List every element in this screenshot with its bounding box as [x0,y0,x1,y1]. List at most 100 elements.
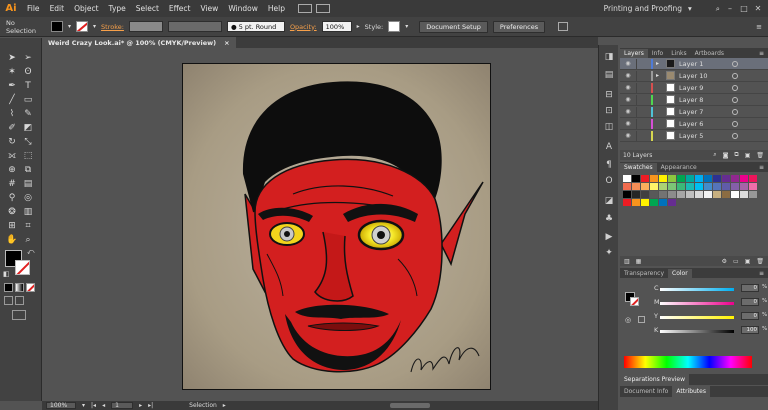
character-panel-icon[interactable]: A [603,141,615,153]
lock-toggle[interactable] [636,94,645,105]
target-circle-icon[interactable] [732,60,738,67]
target-circle-icon[interactable] [732,96,738,103]
color-guide-icon[interactable]: ▤ [603,69,615,81]
free-transform-tool-icon[interactable]: ⬚ [22,150,34,162]
expand-arrow-icon[interactable]: ▸ [656,60,662,67]
perspective-grid-tool-icon[interactable]: ⧉ [22,164,34,176]
tab-links[interactable]: Links [667,49,690,58]
swatch[interactable] [704,183,712,190]
slider-track[interactable] [660,302,734,305]
paragraph-panel-icon[interactable]: ¶ [603,159,615,171]
eyedropper-tool-icon[interactable]: ⚲ [6,192,18,204]
channel-slider-m[interactable]: M 0% [620,297,768,307]
rectangle-tool-icon[interactable]: ▭ [22,94,34,106]
visibility-eye-icon[interactable]: ◉ [624,96,632,103]
target-circle-icon[interactable] [732,72,738,79]
opacity-arrow-icon[interactable]: ▸ [357,23,360,30]
swatch-libraries-icon[interactable]: ▥ [624,258,630,265]
document-tab[interactable]: Weird Crazy Look.ai* @ 100% (CMYK/Previe… [42,37,236,48]
eraser-tool-icon[interactable]: ◩ [22,122,34,134]
color-spectrum-bar[interactable] [624,356,752,368]
tab-artboards[interactable]: Artboards [691,49,728,58]
next-artboard-icon[interactable]: ▸ [139,402,142,409]
swatch[interactable] [731,183,739,190]
swatch[interactable] [641,191,649,198]
tab-color[interactable]: Color [668,269,692,278]
tab-document-info[interactable]: Document Info [620,386,672,397]
shape-builder-tool-icon[interactable]: ⊕ [6,164,18,176]
new-sublayer-icon[interactable]: ⧉ [734,151,738,159]
direct-selection-tool-icon[interactable]: ➢ [22,52,34,64]
swatch[interactable] [668,191,676,198]
visibility-eye-icon[interactable]: ◉ [624,120,632,127]
current-tool-status[interactable]: Selection [189,402,217,409]
swatch[interactable] [623,191,631,198]
visibility-eye-icon[interactable]: ◉ [624,84,632,91]
swatch[interactable] [749,183,757,190]
target-circle-icon[interactable] [732,108,738,115]
layer-row[interactable]: ◉ ▸ Layer 1 [620,58,768,70]
color-panel-icon[interactable]: ◨ [603,51,615,63]
swatch-options-icon[interactable]: ⚙ [722,258,727,265]
scrollbar-thumb[interactable] [390,403,430,408]
swatch[interactable] [713,175,721,182]
arrange-docs-icon[interactable] [558,22,569,31]
arrange-icon[interactable] [298,4,312,13]
layer-row[interactable]: ◉ Layer 7 [620,106,768,118]
swatch[interactable] [713,191,721,198]
channel-value-field[interactable]: 0 [741,312,759,320]
panel-menu-icon[interactable]: ≡ [759,269,764,278]
prev-artboard-icon[interactable]: ◂ [102,402,105,409]
zoom-level-field[interactable]: 100% [46,402,76,409]
hand-tool-icon[interactable]: ✋ [6,234,18,246]
column-graph-tool-icon[interactable]: ▥ [22,206,34,218]
swatch[interactable] [632,175,640,182]
layer-row[interactable]: ◉ Layer 5 [620,130,768,142]
swatch[interactable] [659,191,667,198]
channel-value-field[interactable]: 0 [741,298,759,306]
align-panel-icon[interactable]: ⊟ [603,89,615,101]
swatch[interactable] [659,183,667,190]
swatch[interactable] [632,183,640,190]
menu-type[interactable]: Type [104,4,131,13]
slider-track[interactable] [660,288,734,291]
maximize-icon[interactable]: □ [740,4,748,13]
color-mode-icon[interactable] [4,283,13,292]
blend-tool-icon[interactable]: ◎ [22,192,34,204]
layer-row[interactable]: ◉ ▸ Layer 10 [620,70,768,82]
brushes-panel-icon[interactable]: ✦ [603,247,615,259]
tab-layers[interactable]: Layers [620,49,648,58]
layer-row[interactable]: ◉ Layer 9 [620,82,768,94]
swatch[interactable] [731,175,739,182]
layer-name[interactable]: Layer 8 [679,96,703,104]
new-layer-icon[interactable]: ▣ [745,152,751,159]
default-colors-icon[interactable]: ◧ [3,270,10,278]
swatch[interactable] [650,191,658,198]
menu-help[interactable]: Help [263,4,290,13]
screen-mode-icon[interactable] [12,310,26,320]
pen-tool-icon[interactable]: ✒ [6,80,18,92]
minimize-icon[interactable]: – [726,4,734,13]
swatch[interactable] [731,191,739,198]
lock-toggle[interactable] [636,70,645,81]
visibility-eye-icon[interactable]: ◉ [624,72,632,79]
channel-value-field[interactable]: 100 [741,326,759,334]
gradient-mode-icon[interactable] [15,283,24,292]
panel-menu-icon[interactable]: ≡ [759,49,764,58]
swatch[interactable] [668,183,676,190]
horizontal-scrollbar[interactable] [260,402,590,409]
tab-transparency[interactable]: Transparency [620,269,668,278]
graphic-styles-icon[interactable]: ◪ [603,195,615,207]
swatch[interactable] [650,199,658,206]
channel-slider-k[interactable]: K 100% [620,325,768,335]
target-circle-icon[interactable] [732,84,738,91]
panel-menu-icon[interactable]: ≡ [759,163,764,172]
zoom-tool-icon[interactable]: ⌕ [22,234,34,246]
show-kinds-icon[interactable]: ▦ [636,258,642,265]
style-chevron-icon[interactable]: ▾ [405,23,408,30]
swatch[interactable] [659,199,667,206]
swatch[interactable] [749,191,757,198]
expand-arrow-icon[interactable]: ▸ [656,72,662,79]
stroke-swatch[interactable] [76,21,89,32]
swatch[interactable] [641,175,649,182]
